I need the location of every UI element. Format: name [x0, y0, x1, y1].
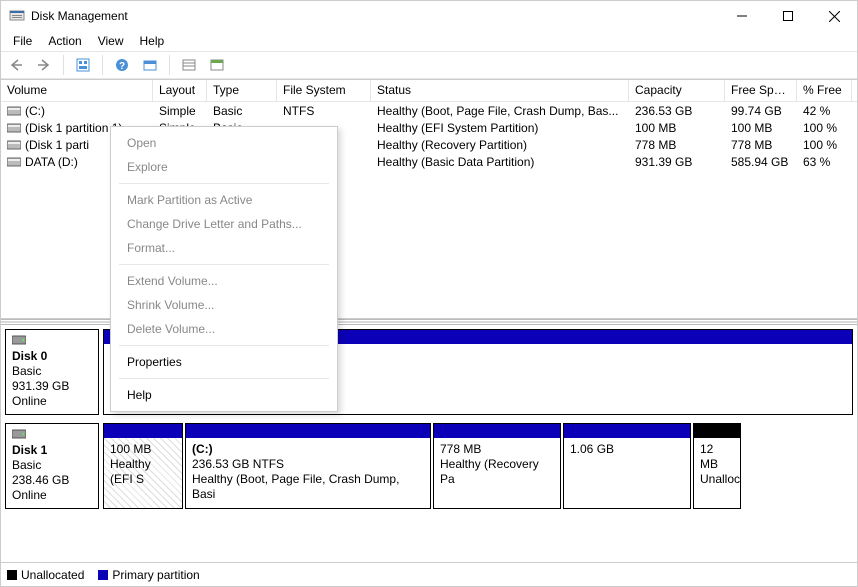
partition-color-bar — [186, 424, 430, 438]
disk-1-parts: 100 MB Healthy (EFI S (C:) 236.53 GB NTF… — [103, 423, 853, 509]
app-icon — [9, 8, 25, 24]
legend-primary: Primary partition — [98, 568, 199, 582]
menu-bar: File Action View Help — [1, 31, 857, 51]
ctx-properties[interactable]: Properties — [111, 350, 337, 374]
col-status[interactable]: Status — [371, 80, 629, 101]
drive-icon — [7, 156, 21, 168]
toolbar-icon-1[interactable] — [139, 54, 161, 76]
toolbar-icon-2[interactable] — [178, 54, 200, 76]
disk-icon — [12, 428, 26, 440]
disk-name: Disk 1 — [12, 443, 92, 457]
close-button[interactable] — [811, 1, 857, 31]
ctx-explore[interactable]: Explore — [111, 155, 337, 179]
minimize-button[interactable] — [719, 1, 765, 31]
title-bar: Disk Management — [1, 1, 857, 31]
disk-size: 238.46 GB — [12, 473, 92, 487]
window-buttons — [719, 1, 857, 31]
forward-button[interactable] — [33, 54, 55, 76]
context-menu: Open Explore Mark Partition as Active Ch… — [110, 126, 338, 412]
col-free[interactable]: Free Spa... — [725, 80, 797, 101]
menu-file[interactable]: File — [5, 32, 40, 50]
disk-1-row: Disk 1 Basic 238.46 GB Online 100 MB Hea… — [5, 423, 853, 509]
legend: Unallocated Primary partition — [1, 562, 857, 586]
col-type[interactable]: Type — [207, 80, 277, 101]
menu-help[interactable]: Help — [132, 32, 173, 50]
ctx-change-letter[interactable]: Change Drive Letter and Paths... — [111, 212, 337, 236]
toolbar: ? — [1, 52, 857, 78]
disk-type: Basic — [12, 364, 92, 378]
col-layout[interactable]: Layout — [153, 80, 207, 101]
partition-color-bar — [104, 424, 182, 438]
ctx-help[interactable]: Help — [111, 383, 337, 407]
volume-list-header: Volume Layout Type File System Status Ca… — [1, 80, 857, 102]
ctx-mark-active[interactable]: Mark Partition as Active — [111, 188, 337, 212]
disk-name: Disk 0 — [12, 349, 92, 363]
col-fs[interactable]: File System — [277, 80, 371, 101]
help-icon[interactable]: ? — [111, 54, 133, 76]
disk-1-info[interactable]: Disk 1 Basic 238.46 GB Online — [5, 423, 99, 509]
disk-size: 931.39 GB — [12, 379, 92, 393]
menu-view[interactable]: View — [90, 32, 132, 50]
ctx-shrink[interactable]: Shrink Volume... — [111, 293, 337, 317]
disk-1-partition-2[interactable]: 778 MB Healthy (Recovery Pa — [433, 423, 561, 509]
window-title: Disk Management — [31, 9, 719, 23]
col-volume[interactable]: Volume — [1, 80, 153, 101]
ctx-format[interactable]: Format... — [111, 236, 337, 260]
disk-0-info[interactable]: Disk 0 Basic 931.39 GB Online — [5, 329, 99, 415]
back-button[interactable] — [5, 54, 27, 76]
disk-type: Basic — [12, 458, 92, 472]
legend-unallocated: Unallocated — [7, 568, 84, 582]
svg-text:?: ? — [119, 61, 125, 72]
disk-1-partition-3[interactable]: 1.06 GB — [563, 423, 691, 509]
disk-management-window: Disk Management File Action View Help ? — [0, 0, 858, 587]
col-capacity[interactable]: Capacity — [629, 80, 725, 101]
maximize-button[interactable] — [765, 1, 811, 31]
col-pfree[interactable]: % Free — [797, 80, 852, 101]
partition-color-bar — [434, 424, 560, 438]
ctx-extend[interactable]: Extend Volume... — [111, 269, 337, 293]
volume-row[interactable]: (C:)SimpleBasicNTFSHealthy (Boot, Page F… — [1, 102, 857, 119]
disk-1-partition-1[interactable]: (C:) 236.53 GB NTFS Healthy (Boot, Page … — [185, 423, 431, 509]
drive-icon — [7, 105, 21, 117]
ctx-delete[interactable]: Delete Volume... — [111, 317, 337, 341]
disk-icon — [12, 334, 26, 346]
disk-state: Online — [12, 488, 92, 502]
disk-1-partition-4[interactable]: 12 MB Unalloc — [693, 423, 741, 509]
drive-icon — [7, 122, 21, 134]
toolbar-settings-icon[interactable] — [72, 54, 94, 76]
partition-color-bar — [694, 424, 740, 438]
ctx-open[interactable]: Open — [111, 131, 337, 155]
disk-1-partition-0[interactable]: 100 MB Healthy (EFI S — [103, 423, 183, 509]
toolbar-icon-3[interactable] — [206, 54, 228, 76]
menu-action[interactable]: Action — [40, 32, 89, 50]
disk-state: Online — [12, 394, 92, 408]
drive-icon — [7, 139, 21, 151]
partition-color-bar — [564, 424, 690, 438]
